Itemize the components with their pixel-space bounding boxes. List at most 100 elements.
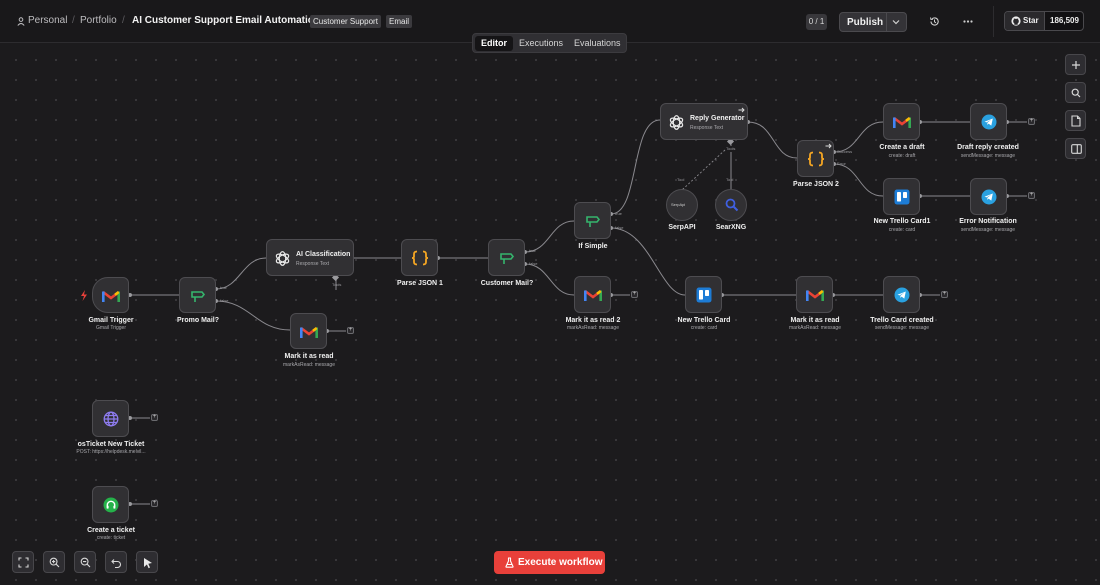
node-subtitle: markAsRead: message [283,362,335,368]
arrow-right-icon [825,143,832,149]
tools-port-label: Tools [332,282,342,287]
if-branch-icon [500,253,515,264]
if-branch-icon [586,216,601,227]
workflow-editor: Personal / Portfolio / AI Customer Suppo… [0,0,1100,585]
node-title: Error Notification [959,218,1017,225]
add-node-plus[interactable]: + [151,500,158,507]
fit-view-button[interactable] [12,551,34,573]
execute-workflow-label: Execute workflow [518,557,603,568]
zoom-in-icon [49,557,60,568]
if-branch-icon [191,291,206,302]
node-subtitle: markAsRead: message [567,325,619,331]
output-label-false: false [220,298,229,303]
gmail-icon [806,289,824,301]
node-parse-json-2[interactable] [797,140,834,177]
pointer-icon [144,558,152,569]
node-title: Create a ticket [87,527,135,534]
node-create-ticket[interactable] [92,486,129,523]
node-title: Promo Mail? [176,317,219,324]
add-node-plus[interactable]: + [941,291,948,298]
node-subtitle: sendMessage: message [960,227,1016,233]
node-mark-read-3[interactable] [796,276,833,313]
node-serpapi[interactable]: SerpApi [666,189,698,221]
node-subtitle: Response Text [690,125,723,131]
output-label-error: Error [837,161,846,166]
node-promo-mail[interactable] [179,277,216,313]
node-title: Trello Card created [870,317,934,324]
node-title: AI Classification [296,251,351,258]
node-subtitle: create: card [690,325,718,331]
node-if-simple[interactable] [574,202,611,239]
zoom-out-button[interactable] [74,551,96,573]
node-trello-card-created[interactable] [883,276,920,313]
flask-icon [505,557,514,568]
fit-view-icon [18,557,29,568]
add-node-plus[interactable]: + [151,414,158,421]
node-subtitle: sendMessage: message [874,325,930,331]
node-mark-read-1[interactable] [290,313,327,349]
node-title: New Trello Card [677,317,731,324]
node-subtitle: Gmail Trigger [95,325,126,331]
node-mark-read-2[interactable] [574,276,611,313]
search-nodes-button[interactable] [1065,82,1086,103]
node-draft-reply-created[interactable] [970,103,1007,140]
pointer-mode-button[interactable] [136,551,158,573]
add-node-button[interactable] [1065,54,1086,75]
node-title: Mark it as read [284,353,334,360]
gmail-icon [893,116,911,128]
telegram-icon [894,287,910,303]
trigger-bolt-icon [81,290,87,301]
node-searxng[interactable] [715,189,747,221]
code-braces-icon [807,151,825,167]
node-title: Reply Generator [690,115,745,122]
output-label-true: true [615,211,622,216]
openai-icon [275,251,290,266]
zoom-out-icon [80,557,91,568]
connection-lines [128,118,1027,506]
search-icon [1071,88,1081,98]
openai-icon [669,115,684,130]
node-title: SearXNG [715,224,747,231]
undo-button[interactable] [105,551,127,573]
gmail-icon [300,326,318,338]
zoom-in-button[interactable] [43,551,65,573]
add-node-plus[interactable]: + [1028,192,1035,199]
gmail-icon [584,289,602,301]
node-title: If Simple [578,243,608,250]
trello-icon [696,287,712,303]
output-label-false: false [529,261,538,266]
node-title: Mark it as read 2 [565,317,621,324]
node-subtitle: POST: https://helpdesk.melvil... [76,449,146,455]
node-title: Customer Mail? [480,280,534,287]
node-title: Draft reply created [957,144,1019,151]
node-new-trello-card[interactable] [685,276,722,313]
globe-icon [103,411,119,427]
node-title: osTicket New Ticket [77,441,145,448]
search-icon [725,198,739,212]
node-new-trello-card1[interactable] [883,178,920,215]
headset-icon [103,497,119,513]
trello-icon [894,189,910,205]
add-node-plus[interactable]: + [631,291,638,298]
toggle-panel-button[interactable] [1065,138,1086,159]
tools-port-label: Tools [726,146,736,151]
node-reply-generator[interactable]: Reply Generator Response Text [660,103,748,140]
add-node-plus[interactable]: + [1028,118,1035,125]
node-ai-classification[interactable]: AI Classification Response Text [266,239,354,276]
node-customer-mail[interactable] [488,239,525,276]
node-parse-json-1[interactable] [401,239,438,276]
node-gmail-trigger[interactable] [92,277,129,313]
node-title: Parse JSON 2 [793,181,839,188]
add-node-plus[interactable]: + [347,327,354,334]
gmail-icon [102,290,120,302]
execute-workflow-button[interactable]: Execute workflow [494,551,605,574]
node-error-notification[interactable] [970,178,1007,215]
node-create-draft[interactable] [883,103,920,140]
telegram-icon [981,114,997,130]
node-subtitle: create: ticket [96,535,126,541]
arrow-right-icon [738,107,745,113]
node-osticket-new-ticket[interactable] [92,400,129,437]
serpapi-logo: SerpApi [671,202,686,207]
sticky-note-icon [1071,115,1081,127]
sticky-note-button[interactable] [1065,110,1086,131]
